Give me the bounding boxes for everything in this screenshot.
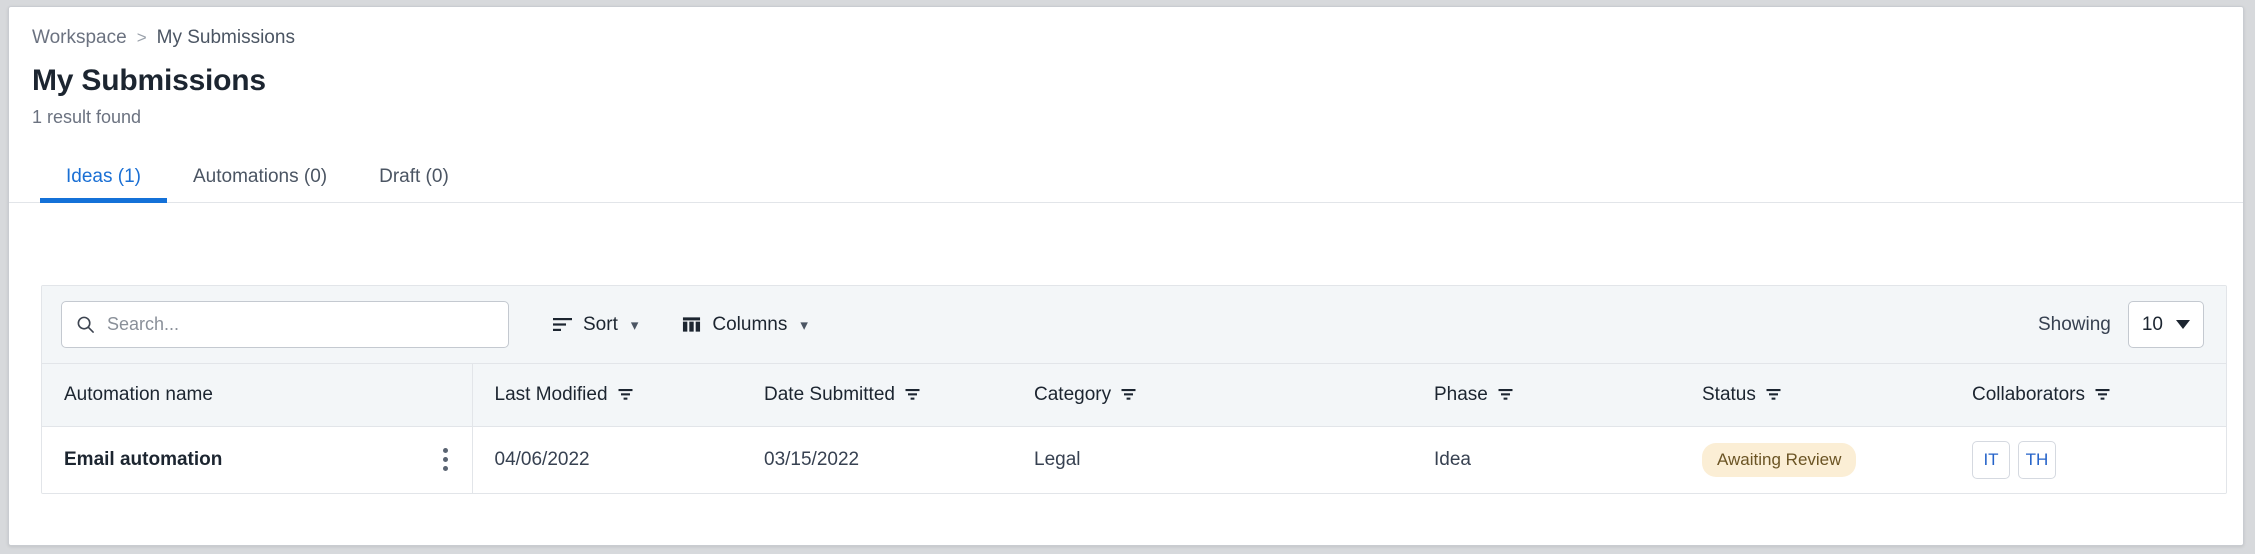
table-row[interactable]: Email automation 04/06/2022 03/15/2022 L…: [42, 426, 2226, 493]
showing-label: Showing: [2037, 313, 2111, 335]
tab-bar: Ideas (1) Automations (0) Draft (0): [9, 153, 2243, 203]
cell-automation-name[interactable]: Email automation: [42, 426, 473, 493]
cell-last-modified: 04/06/2022: [494, 448, 590, 470]
submissions-table: Automation name Last Modified Date Submi…: [42, 364, 2226, 493]
filter-icon[interactable]: [2095, 388, 2110, 401]
column-header-last-modified[interactable]: Last Modified: [472, 364, 742, 427]
result-count: 1 result found: [32, 107, 142, 127]
chevron-down-icon: ▾: [800, 316, 808, 334]
search-field[interactable]: [61, 301, 509, 348]
app-window: Workspace > My Submissions My Submission…: [8, 6, 2244, 546]
tab-draft[interactable]: Draft (0): [353, 166, 475, 202]
columns-icon: [682, 315, 701, 334]
sort-button[interactable]: Sort ▾: [553, 314, 638, 336]
chevron-down-icon: [2176, 320, 2190, 329]
column-header-category[interactable]: Category: [1012, 364, 1412, 427]
breadcrumb-separator-icon: >: [136, 28, 147, 47]
columns-label: Columns: [712, 313, 788, 335]
columns-button[interactable]: Columns ▾: [682, 314, 808, 336]
column-label: Status: [1702, 383, 1756, 405]
breadcrumb: Workspace > My Submissions: [9, 7, 2243, 49]
tab-automations[interactable]: Automations (0): [167, 166, 353, 202]
submissions-panel: Sort ▾ Columns ▾ Showing 10: [41, 285, 2227, 494]
breadcrumb-current: My Submissions: [156, 27, 295, 48]
breadcrumb-workspace[interactable]: Workspace: [32, 27, 127, 49]
search-icon: [76, 315, 95, 334]
column-header-status[interactable]: Status: [1680, 364, 1950, 427]
kebab-menu-icon[interactable]: [442, 448, 448, 472]
filter-icon[interactable]: [905, 388, 920, 401]
column-label: Category: [1034, 383, 1112, 405]
column-label: Automation name: [64, 383, 213, 405]
column-header-phase[interactable]: Phase: [1412, 364, 1680, 427]
search-input[interactable]: [107, 314, 494, 335]
showing-control: Showing 10: [2038, 301, 2204, 348]
filter-icon[interactable]: [1121, 388, 1136, 401]
column-label: Last Modified: [494, 383, 608, 405]
page-title: My Submissions: [32, 64, 266, 97]
avatar[interactable]: TH: [2018, 440, 2056, 479]
column-header-collaborators[interactable]: Collaborators: [1950, 364, 2226, 427]
filter-icon[interactable]: [1498, 388, 1513, 401]
table-header-row: Automation name Last Modified Date Submi…: [42, 364, 2226, 427]
cell-category: Legal: [1034, 448, 1081, 470]
status-badge: Awaiting Review: [1702, 442, 1857, 477]
chevron-down-icon: ▾: [630, 316, 639, 334]
table-toolbar: Sort ▾ Columns ▾ Showing 10: [42, 286, 2226, 364]
page-size-value: 10: [2141, 313, 2163, 335]
column-header-date-submitted[interactable]: Date Submitted: [742, 364, 1012, 427]
column-label: Collaborators: [1972, 383, 2085, 405]
column-label: Phase: [1434, 383, 1488, 405]
cell-status: Awaiting Review: [1680, 426, 1950, 493]
sort-label: Sort: [583, 313, 618, 335]
filter-icon[interactable]: [618, 388, 633, 401]
avatar[interactable]: IT: [1972, 440, 2010, 479]
column-header-automation-name[interactable]: Automation name: [42, 364, 473, 427]
filter-icon[interactable]: [1766, 388, 1781, 401]
automation-name-link[interactable]: Email automation: [64, 449, 222, 471]
page-size-select[interactable]: 10: [2127, 301, 2204, 348]
sort-lines-icon: [553, 317, 572, 332]
cell-phase: Idea: [1434, 448, 1471, 470]
collaborator-avatars: IT TH: [1972, 440, 2226, 479]
column-label: Date Submitted: [764, 383, 895, 405]
cell-collaborators: IT TH: [1950, 426, 2226, 493]
tab-ideas[interactable]: Ideas (1): [40, 166, 167, 203]
cell-date-submitted: 03/15/2022: [764, 448, 860, 470]
